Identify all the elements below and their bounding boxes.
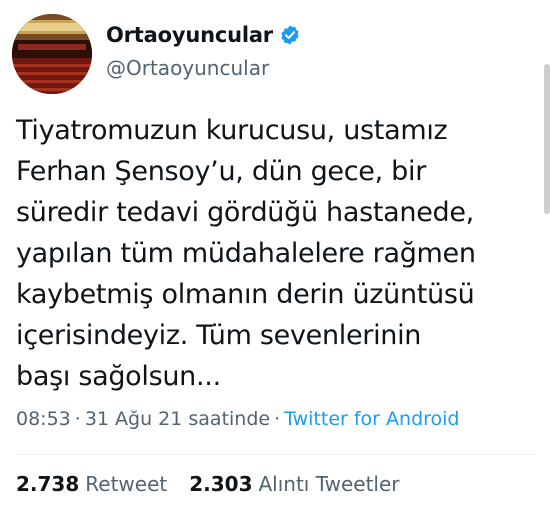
tweet-text-line: içerisindeyiz. Tüm sevenlerinin — [16, 320, 422, 351]
retweet-count: 2.738 — [16, 472, 80, 496]
tweet-date[interactable]: 31 Ağu 21 saatinde — [85, 408, 270, 430]
quote-label: Alıntı Tweetler — [258, 472, 400, 496]
avatar[interactable] — [12, 14, 92, 94]
tweet-time[interactable]: 08:53 — [16, 408, 71, 430]
theater-interior-icon — [12, 14, 92, 94]
quote-stat[interactable]: 2.303 Alıntı Tweetler — [189, 472, 399, 496]
verified-badge-icon — [281, 25, 299, 45]
tweet-text-line: Tiyatromuzun kurucusu, ustamız — [16, 115, 448, 146]
tweet-meta: 08:53 · 31 Ağu 21 saatinde · Twitter for And… — [16, 408, 459, 430]
quote-count: 2.303 — [189, 472, 253, 496]
tweet-source-link[interactable]: Twitter for Android — [284, 408, 459, 430]
display-name[interactable]: Ortaoyuncular — [106, 23, 273, 47]
tweet-author: Ortaoyuncular @Ortaoyuncular — [106, 20, 301, 80]
divider — [16, 454, 536, 455]
scrollbar[interactable] — [544, 64, 550, 214]
tweet-card: Ortaoyuncular @Ortaoyuncular Tiyatromuzu… — [0, 0, 550, 513]
user-handle[interactable]: @Ortaoyuncular — [106, 56, 301, 80]
tweet-text-line: başı sağolsun... — [16, 361, 221, 392]
meta-separator: · — [274, 408, 281, 430]
tweet-text-line: yapılan tüm müdahalelere rağmen — [16, 238, 476, 269]
retweet-label: Retweet — [85, 472, 168, 496]
retweet-stat[interactable]: 2.738 Retweet — [16, 472, 167, 496]
name-row: Ortaoyuncular — [106, 20, 301, 50]
tweet-text: Tiyatromuzun kurucusu, ustamız Ferhan Şe… — [16, 110, 536, 397]
tweet-text-line: süredir tedavi gördüğü hastanede, — [16, 197, 474, 228]
tweet-text-line: Ferhan Şensoy’u, dün gece, bir — [16, 156, 426, 187]
tweet-text-line: kaybetmiş olmanın derin üzüntüsü — [16, 279, 475, 310]
tweet-stats: 2.738 Retweet 2.303 Alıntı Tweetler — [16, 472, 422, 496]
meta-separator: · — [74, 408, 81, 430]
